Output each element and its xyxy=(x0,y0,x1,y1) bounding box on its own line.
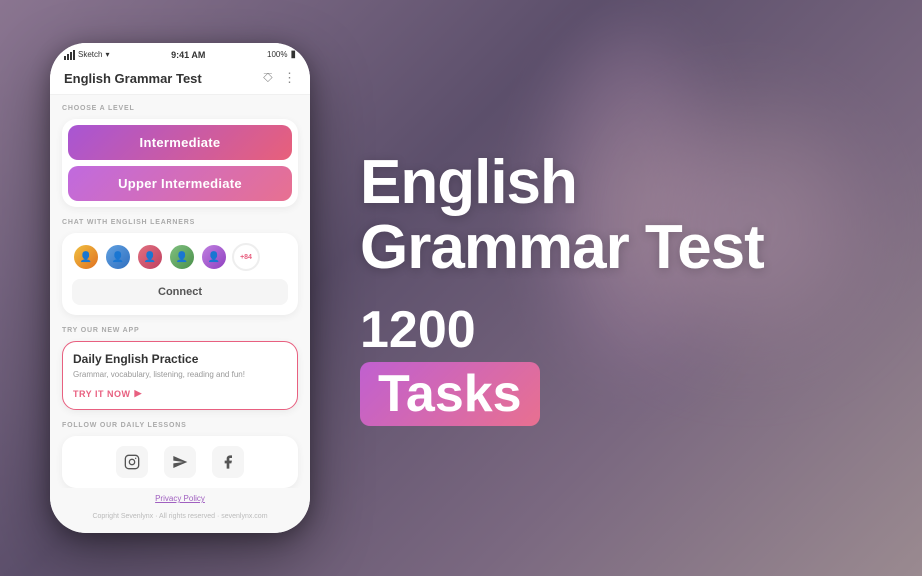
app-title: English Grammar Test xyxy=(64,71,202,86)
status-left: Sketch ▾ xyxy=(64,50,109,60)
play-icon: ▶ xyxy=(135,388,142,399)
phone-mockup: Sketch ▾ 9:41 AM 100% ▮ English Grammar … xyxy=(50,43,310,533)
avatar-count: +84 xyxy=(240,254,252,261)
try-cta-label: TRY IT NOW xyxy=(73,389,131,399)
chat-section: CHAT WITH ENGLISH LEARNERS 👤 👤 👤 xyxy=(62,219,298,315)
chat-card: 👤 👤 👤 👤 👤 xyxy=(62,233,298,315)
intermediate-button[interactable]: Intermediate xyxy=(68,125,292,160)
level-section: CHOOSE A LEVEL Intermediate Upper Interm… xyxy=(62,105,298,207)
phone-content: CHOOSE A LEVEL Intermediate Upper Interm… xyxy=(50,95,310,488)
tasks-badge: Tasks xyxy=(360,362,540,426)
follow-section: FOLLOW OUR DAILY LESSONS xyxy=(62,422,298,488)
right-content: English Grammar Test 1200 Tasks xyxy=(310,110,922,466)
chat-section-label: CHAT WITH ENGLISH LEARNERS xyxy=(62,219,298,226)
telegram-icon[interactable] xyxy=(164,446,196,478)
wifi-icon: ▾ xyxy=(105,50,109,59)
avatars-row: 👤 👤 👤 👤 👤 xyxy=(72,243,288,271)
header-icons: ⎏ ⋮ xyxy=(263,70,296,86)
avatar-more: +84 xyxy=(232,243,260,271)
carrier-label: Sketch xyxy=(78,50,102,59)
battery-icon: ▮ xyxy=(290,49,296,60)
try-app-section: TRY OUR NEW APP Daily English Practice G… xyxy=(62,327,298,410)
tasks-number: 1200 xyxy=(360,304,476,356)
main-title: English Grammar Test xyxy=(360,150,764,280)
tasks-line: Tasks xyxy=(360,362,540,426)
more-icon[interactable]: ⋮ xyxy=(283,70,296,86)
level-section-label: CHOOSE A LEVEL xyxy=(62,105,298,112)
title-line-2: Grammar Test xyxy=(360,215,764,280)
try-app-card: Daily English Practice Grammar, vocabula… xyxy=(62,341,298,410)
signal-icon xyxy=(64,50,75,60)
avatar-1: 👤 xyxy=(72,243,100,271)
avatar-4: 👤 xyxy=(168,243,196,271)
phone-screen: Sketch ▾ 9:41 AM 100% ▮ English Grammar … xyxy=(50,43,310,533)
try-it-now-button[interactable]: TRY IT NOW ▶ xyxy=(73,388,142,399)
try-app-label: TRY OUR NEW APP xyxy=(62,327,298,334)
copyright-text: Copright Sevenlynx · All rights reserved… xyxy=(92,513,267,520)
try-app-desc: Grammar, vocabulary, listening, reading … xyxy=(73,369,287,380)
upper-intermediate-button[interactable]: Upper Intermediate xyxy=(68,166,292,201)
avatar-5: 👤 xyxy=(200,243,228,271)
instagram-icon[interactable] xyxy=(116,446,148,478)
avatar-2: 👤 xyxy=(104,243,132,271)
social-icons-row xyxy=(72,446,288,478)
try-app-title: Daily English Practice xyxy=(73,352,287,366)
connect-button[interactable]: Connect xyxy=(72,279,288,305)
avatar-3: 👤 xyxy=(136,243,164,271)
phone-footer: Privacy Policy Copright Sevenlynx · All … xyxy=(50,488,310,533)
level-card: Intermediate Upper Intermediate xyxy=(62,119,298,207)
follow-card xyxy=(62,436,298,488)
follow-label: FOLLOW OUR DAILY LESSONS xyxy=(62,422,298,429)
app-header: English Grammar Test ⎏ ⋮ xyxy=(50,64,310,95)
number-line: 1200 xyxy=(360,304,540,356)
status-right: 100% ▮ xyxy=(267,49,296,60)
title-line-1: English xyxy=(360,150,764,215)
privacy-link[interactable]: Privacy Policy xyxy=(62,494,298,503)
battery-label: 100% xyxy=(267,50,287,59)
status-time: 9:41 AM xyxy=(171,50,205,60)
tasks-label: Tasks xyxy=(378,365,522,423)
facebook-icon[interactable] xyxy=(212,446,244,478)
tasks-combo: 1200 Tasks xyxy=(360,304,540,426)
status-bar: Sketch ▾ 9:41 AM 100% ▮ xyxy=(50,43,310,64)
share-icon[interactable]: ⎏ xyxy=(263,70,273,86)
